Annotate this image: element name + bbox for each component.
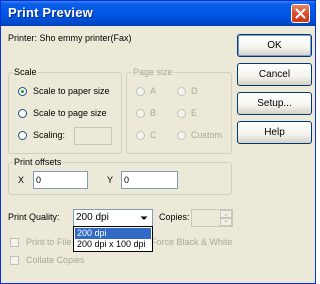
spin-up-button[interactable] — [220, 210, 232, 218]
dropdown-arrow[interactable] — [137, 211, 151, 225]
scale-to-page-label: Scale to page size — [33, 108, 107, 118]
page-size-c-label: C — [150, 130, 157, 140]
page-size-a-label: A — [150, 86, 157, 96]
scale-to-page-radio[interactable] — [18, 109, 27, 118]
force-bw-label: Force Black & White — [151, 237, 233, 247]
collate-checkbox[interactable] — [10, 256, 19, 265]
print-to-file-checkbox[interactable] — [10, 238, 19, 247]
arrow-down-icon — [224, 220, 228, 223]
help-button[interactable]: Help — [237, 121, 312, 144]
window-title: Print Preview — [8, 5, 93, 20]
scaling-radio[interactable] — [18, 131, 27, 140]
scale-to-paper-radio[interactable] — [18, 87, 27, 96]
close-button[interactable] — [291, 4, 310, 23]
scale-to-paper-label: Scale to paper size — [33, 86, 110, 96]
scale-group-label: Scale — [13, 67, 38, 77]
cancel-button[interactable]: Cancel — [237, 63, 312, 86]
offset-x-field[interactable]: 0 — [33, 171, 88, 189]
page-size-custom-label: Custom — [191, 130, 223, 140]
print-preview-dialog: Print Preview Printer: Sho emmy printer(… — [0, 0, 316, 284]
close-icon — [295, 8, 306, 19]
page-size-b-radio[interactable] — [136, 109, 145, 118]
page-size-e-radio[interactable] — [177, 109, 186, 118]
page-size-a-radio[interactable] — [136, 87, 145, 96]
ok-button[interactable]: OK — [237, 34, 312, 57]
page-size-d-radio[interactable] — [177, 87, 186, 96]
print-quality-value: 200 dpi — [76, 212, 109, 223]
arrow-up-icon — [224, 213, 228, 216]
page-size-b-label: B — [150, 108, 157, 118]
chevron-down-icon — [140, 216, 148, 220]
title-bar[interactable]: Print Preview — [1, 1, 315, 26]
print-to-file-label: Print to File — [26, 237, 72, 247]
scaling-field[interactable] — [74, 127, 112, 145]
print-quality-label: Print Quality: — [8, 212, 60, 222]
offset-y-label: Y — [107, 175, 114, 185]
spin-down-button[interactable] — [220, 218, 232, 226]
print-quality-option[interactable]: 200 dpi — [75, 228, 151, 239]
printer-label: Printer: Sho emmy printer(Fax) — [8, 33, 132, 43]
page-size-custom-radio[interactable] — [177, 131, 186, 140]
print-offsets-label: Print offsets — [13, 157, 63, 167]
copies-label: Copies: — [159, 212, 190, 222]
offset-y-field[interactable]: 0 — [121, 171, 178, 189]
collate-label: Collate Copies — [26, 255, 85, 265]
page-size-group-label: Page size — [132, 67, 174, 77]
page-size-c-radio[interactable] — [136, 131, 145, 140]
scaling-label: Scaling: — [33, 130, 66, 140]
setup-button[interactable]: Setup... — [237, 92, 312, 115]
print-quality-combo[interactable]: 200 dpi — [73, 209, 153, 227]
page-size-e-label: E — [191, 108, 198, 118]
print-quality-option[interactable]: 200 dpi x 100 dpi — [75, 239, 151, 250]
print-quality-dropdown-list: 200 dpi 200 dpi x 100 dpi — [73, 226, 153, 252]
page-size-d-label: D — [191, 86, 198, 96]
offset-x-label: X — [18, 175, 25, 185]
copies-spinner[interactable] — [191, 209, 233, 227]
